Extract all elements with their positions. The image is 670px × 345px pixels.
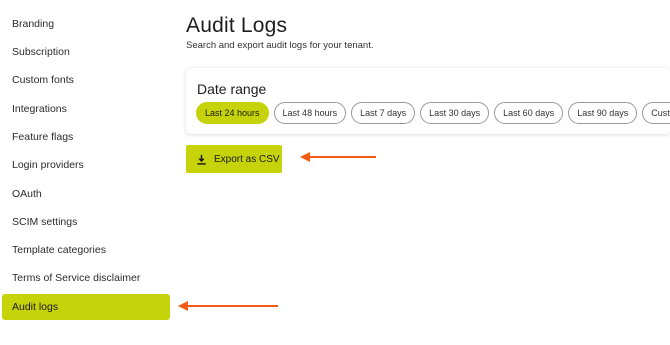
sidebar-item-label: Feature flags	[12, 131, 74, 143]
date-range-chip-48h[interactable]: Last 48 hours	[273, 102, 347, 124]
sidebar-item-label: Terms of Service disclaimer	[12, 272, 141, 284]
annotation-arrow-export	[300, 152, 376, 162]
sidebar-item-audit-logs[interactable]: Audit logs	[2, 294, 170, 320]
date-range-card: Date range Last 24 hours Last 48 hours L…	[186, 68, 670, 134]
sidebar-item-terms-of-service[interactable]: Terms of Service disclaimer	[2, 265, 170, 291]
sidebar-item-branding[interactable]: Branding	[2, 11, 170, 37]
sidebar-item-oauth[interactable]: OAuth	[2, 181, 170, 207]
sidebar-item-label: Audit logs	[12, 301, 59, 313]
date-range-chip-30d[interactable]: Last 30 days	[420, 102, 490, 124]
main-content: Audit Logs Search and export audit logs …	[186, 0, 670, 345]
date-range-chip-24h[interactable]: Last 24 hours	[196, 102, 269, 124]
sidebar-item-label: OAuth	[12, 188, 42, 200]
sidebar-item-label: Branding	[12, 18, 55, 30]
sidebar-item-label: Subscription	[12, 46, 70, 58]
sidebar-item-label: Template categories	[12, 244, 106, 256]
sidebar-item-label: SCIM settings	[12, 216, 78, 228]
date-range-chip-custom[interactable]: Custom	[642, 102, 670, 124]
date-range-chip-60d[interactable]: Last 60 days	[494, 102, 564, 124]
date-range-title: Date range	[197, 81, 267, 97]
sidebar: Branding Subscription Custom fonts Integ…	[0, 0, 172, 345]
sidebar-item-label: Login providers	[12, 159, 84, 171]
export-csv-label: Export as CSV	[214, 153, 280, 165]
date-range-options: Last 24 hours Last 48 hours Last 7 days …	[196, 102, 670, 124]
sidebar-item-login-providers[interactable]: Login providers	[2, 152, 170, 178]
download-icon	[197, 154, 206, 165]
sidebar-item-label: Integrations	[12, 103, 67, 115]
sidebar-item-label: Custom fonts	[12, 74, 74, 86]
date-range-chip-7d[interactable]: Last 7 days	[351, 102, 416, 124]
export-csv-button[interactable]: Export as CSV	[186, 145, 282, 173]
page-title: Audit Logs	[186, 14, 288, 37]
sidebar-item-feature-flags[interactable]: Feature flags	[2, 124, 170, 150]
sidebar-item-custom-fonts[interactable]: Custom fonts	[2, 67, 170, 93]
sidebar-item-template-categories[interactable]: Template categories	[2, 237, 170, 263]
page-subtitle: Search and export audit logs for your te…	[186, 40, 374, 51]
sidebar-item-subscription[interactable]: Subscription	[2, 39, 170, 65]
sidebar-item-integrations[interactable]: Integrations	[2, 96, 170, 122]
date-range-chip-90d[interactable]: Last 90 days	[568, 102, 638, 124]
sidebar-item-scim-settings[interactable]: SCIM settings	[2, 209, 170, 235]
